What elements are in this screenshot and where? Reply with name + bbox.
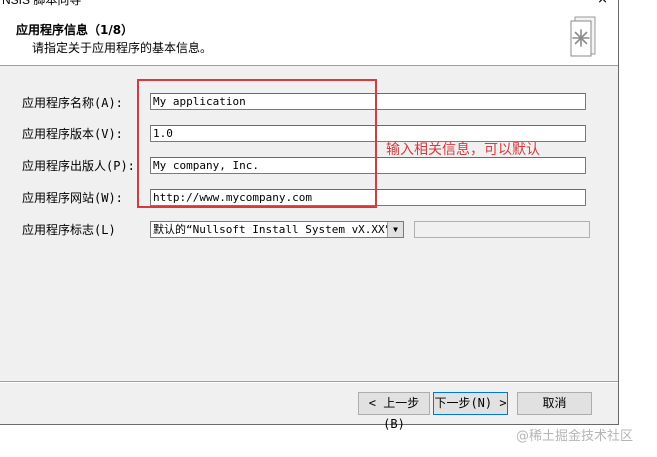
brand-select[interactable]: 默认的“Nullsoft Install System vX.XX” ▼ (150, 221, 404, 238)
app-brand-label: 应用程序标志(L) (22, 223, 116, 237)
brand-select-value: 默认的“Nullsoft Install System vX.XX” (153, 223, 392, 236)
app-version-label: 应用程序版本(V): (22, 127, 123, 141)
window-titlebar: NSIS 脚本向导 × (0, 0, 619, 8)
window-title: NSIS 脚本向导 (2, 0, 82, 7)
highlight-frame (137, 79, 377, 208)
app-publisher-label: 应用程序出版人(P): (22, 159, 135, 173)
page-title: 应用程序信息（1/8） (16, 23, 134, 37)
close-icon[interactable]: × (597, 0, 608, 7)
chevron-down-icon[interactable]: ▼ (387, 222, 403, 237)
brand-text-field (414, 221, 590, 238)
wizard-window: 应用程序信息（1/8） 请指定关于应用程序的基本信息。 应用程序名称(A): M… (0, 8, 619, 431)
page-subtitle: 请指定关于应用程序的基本信息。 (32, 41, 213, 55)
footer-divider (0, 381, 618, 383)
wizard-header: 应用程序信息（1/8） 请指定关于应用程序的基本信息。 (0, 8, 618, 66)
document-star-icon (569, 14, 599, 58)
app-name-label: 应用程序名称(A): (22, 96, 123, 110)
annotation-text: 输入相关信息，可以默认 (386, 142, 540, 158)
watermark: @稀土掘金技术社区 (516, 429, 634, 444)
back-button[interactable]: < 上一步(B) (358, 392, 430, 431)
next-button[interactable]: 下一步(N) > (433, 392, 508, 415)
cancel-button[interactable]: 取消 (517, 392, 592, 415)
app-website-label: 应用程序网站(W): (22, 191, 123, 205)
